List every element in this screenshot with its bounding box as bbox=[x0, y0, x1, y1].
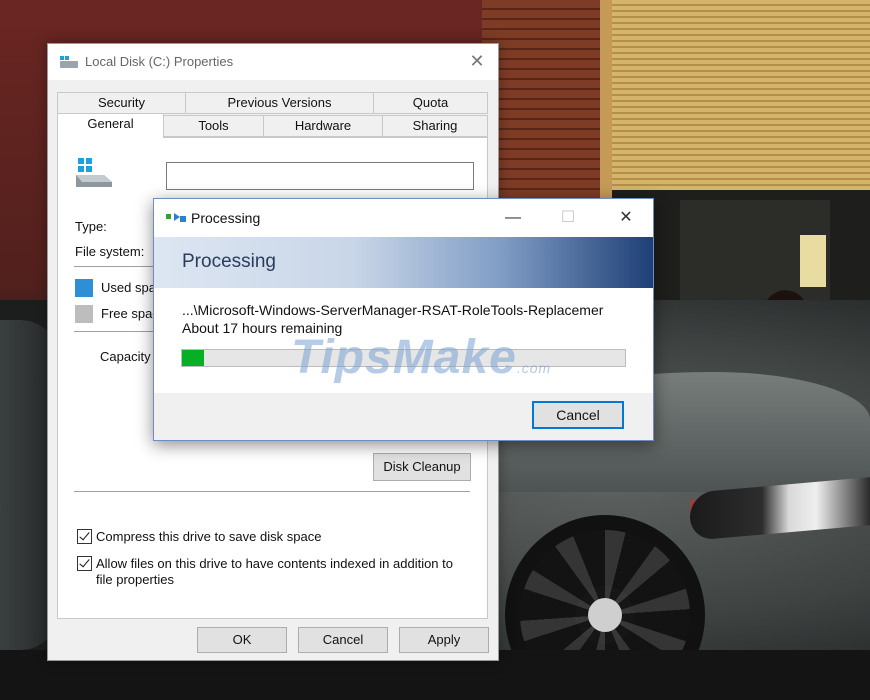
cancel-button[interactable]: Cancel bbox=[298, 627, 388, 653]
progress-fill bbox=[182, 350, 205, 366]
used-space-swatch bbox=[75, 279, 93, 297]
drive-icon bbox=[60, 56, 78, 68]
processing-heading: Processing bbox=[182, 251, 276, 272]
wallpaper-brick-column bbox=[482, 0, 607, 200]
processing-titlebar[interactable]: Processing — ☐ ✕ bbox=[154, 199, 653, 237]
tab-quota[interactable]: Quota bbox=[373, 92, 488, 114]
minimize-icon[interactable]: — bbox=[493, 205, 533, 231]
index-checkbox[interactable] bbox=[77, 556, 92, 571]
tab-tools[interactable]: Tools bbox=[163, 115, 264, 137]
local-disk-icon bbox=[76, 158, 112, 187]
filesystem-label: File system: bbox=[75, 244, 145, 259]
properties-titlebar[interactable]: Local Disk (C:) Properties ✕ bbox=[48, 44, 498, 80]
compress-checkbox[interactable] bbox=[77, 529, 92, 544]
capacity-label: Capacity bbox=[100, 349, 151, 364]
watermark-logo: TipsMake.com bbox=[291, 330, 551, 385]
apply-button[interactable]: Apply bbox=[399, 627, 489, 653]
wallpaper-shutter bbox=[612, 0, 870, 190]
wallpaper-wheel-hub bbox=[588, 598, 622, 632]
divider bbox=[74, 491, 470, 492]
watermark-text: TipsMake bbox=[291, 331, 517, 384]
tab-previous-versions[interactable]: Previous Versions bbox=[185, 92, 374, 114]
index-label-line1: Allow files on this drive to have conten… bbox=[96, 556, 453, 571]
ok-button[interactable]: OK bbox=[197, 627, 287, 653]
tab-sharing[interactable]: Sharing bbox=[382, 115, 488, 137]
tab-general[interactable]: General bbox=[57, 113, 164, 138]
close-icon[interactable]: ✕ bbox=[606, 205, 646, 231]
drive-name-input[interactable] bbox=[166, 162, 474, 190]
close-icon[interactable]: ✕ bbox=[466, 50, 488, 72]
wallpaper-sign bbox=[800, 235, 826, 287]
free-space-swatch bbox=[75, 305, 93, 323]
processing-dialog: Processing — ☐ ✕ Processing ...\Microsof… bbox=[153, 198, 654, 441]
watermark-suffix: .com bbox=[516, 360, 552, 376]
compress-label: Compress this drive to save disk space bbox=[96, 529, 322, 544]
processing-body: ...\Microsoft-Windows-ServerManager-RSAT… bbox=[154, 288, 653, 393]
disk-cleanup-button[interactable]: Disk Cleanup bbox=[373, 453, 471, 481]
used-space-label: Used spa bbox=[101, 280, 156, 295]
tab-hardware[interactable]: Hardware bbox=[263, 115, 383, 137]
index-label-line2: file properties bbox=[96, 572, 175, 587]
processing-cancel-button[interactable]: Cancel bbox=[532, 401, 624, 429]
tab-security[interactable]: Security bbox=[57, 92, 186, 114]
processing-banner: Processing bbox=[154, 237, 653, 288]
maximize-icon: ☐ bbox=[560, 209, 576, 226]
processing-icon bbox=[166, 213, 186, 222]
free-space-label: Free spac bbox=[101, 306, 159, 321]
properties-title: Local Disk (C:) Properties bbox=[85, 54, 234, 69]
type-label: Type: bbox=[75, 219, 107, 234]
processing-title: Processing bbox=[191, 210, 261, 226]
processing-path: ...\Microsoft-Windows-ServerManager-RSAT… bbox=[182, 302, 604, 318]
